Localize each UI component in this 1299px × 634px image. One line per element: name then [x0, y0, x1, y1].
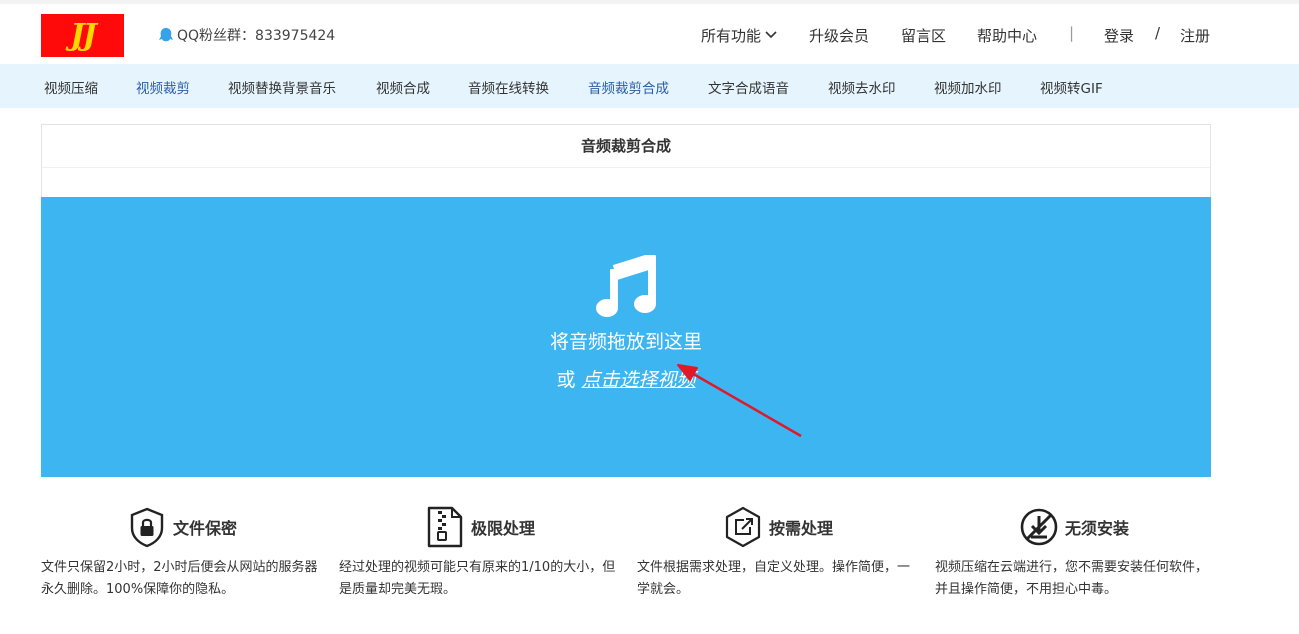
feature-description: 文件只保留2小时，2小时后便会从网站的服务器永久删除。100%保障你的隐私。	[41, 560, 318, 597]
feature-title: 极限处理	[471, 519, 536, 538]
chevron-down-icon	[765, 31, 777, 39]
feature-description: 经过处理的视频可能只有原来的1/10的大小，但是质量却完美无瑕。	[339, 560, 616, 597]
subnav-audio-crop-merge[interactable]: 音频裁剪合成	[588, 77, 669, 97]
feature-title: 按需处理	[769, 519, 834, 538]
audio-dropzone[interactable]: 将音频拖放到这里 或 点击选择视频	[41, 197, 1211, 477]
dropzone-or: 或	[556, 369, 576, 391]
nav-register[interactable]: 注册	[1180, 24, 1210, 46]
feature-description: 视频压缩在云端进行，您不需要安装任何软件，并且操作简便，不用担心中毒。	[935, 560, 1209, 597]
feature-title: 文件保密	[173, 519, 238, 538]
nav-slash: /	[1155, 24, 1161, 42]
qq-group-text: QQ粉丝群：833975424	[177, 28, 336, 44]
nav-all-features[interactable]: 所有功能	[701, 24, 777, 46]
feature-description: 文件根据需求处理，自定义处理。操作简便，一学就会。	[637, 560, 911, 597]
nav-login[interactable]: 登录	[1104, 24, 1134, 46]
panel-divider	[42, 167, 1210, 168]
nav-divider: |	[1069, 24, 1075, 42]
site-header: JJ QQ粉丝群：833975424 所有功能 升级会员 留言区 帮助中心 | …	[0, 4, 1299, 64]
subnav-video-to-gif[interactable]: 视频转GIF	[1040, 77, 1103, 97]
panel-title: 音频裁剪合成	[580, 137, 671, 155]
music-note-icon	[596, 255, 656, 317]
subnav-video-merge[interactable]: 视频合成	[376, 77, 430, 97]
nav-help-center[interactable]: 帮助中心	[977, 24, 1037, 46]
nav-upgrade-label: 升级会员	[809, 26, 870, 45]
nav-register-label: 注册	[1180, 26, 1211, 45]
nav-message-board-label: 留言区	[901, 26, 947, 45]
qq-icon	[159, 28, 173, 42]
tool-panel: 音频裁剪合成	[41, 124, 1211, 197]
subnav-replace-bgm[interactable]: 视频替换背景音乐	[228, 77, 336, 97]
nav-all-features-label: 所有功能	[701, 26, 762, 45]
zip-file-icon	[427, 506, 463, 548]
logo-text: JJ	[70, 18, 96, 53]
shield-lock-icon	[130, 507, 164, 548]
no-install-icon	[1020, 508, 1058, 546]
dropzone-hint: 将音频拖放到这里	[549, 331, 702, 353]
subnav-video-crop[interactable]: 视频裁剪	[136, 77, 190, 97]
select-file-link[interactable]: 点击选择视频	[582, 369, 696, 391]
subnav-remove-watermark[interactable]: 视频去水印	[828, 77, 896, 97]
subnav-text-to-speech[interactable]: 文字合成语音	[708, 77, 789, 97]
hexagon-share-icon	[725, 506, 761, 548]
nav-login-label: 登录	[1104, 26, 1135, 45]
site-logo[interactable]: JJ	[41, 14, 124, 57]
feature-title: 无须安装	[1065, 519, 1130, 538]
subnav-video-compress[interactable]: 视频压缩	[44, 77, 98, 97]
subnav-add-watermark[interactable]: 视频加水印	[934, 77, 1002, 97]
nav-message-board[interactable]: 留言区	[901, 24, 946, 46]
subnav-audio-convert[interactable]: 音频在线转换	[468, 77, 549, 97]
tool-subnav: 视频压缩 视频裁剪 视频替换背景音乐 视频合成 音频在线转换 音频裁剪合成 文字…	[0, 64, 1299, 108]
qq-group-info: QQ粉丝群：833975424	[157, 25, 335, 45]
nav-help-center-label: 帮助中心	[977, 26, 1038, 45]
dropzone-or-line: 或 点击选择视频	[41, 365, 1211, 392]
nav-upgrade[interactable]: 升级会员	[809, 24, 869, 46]
